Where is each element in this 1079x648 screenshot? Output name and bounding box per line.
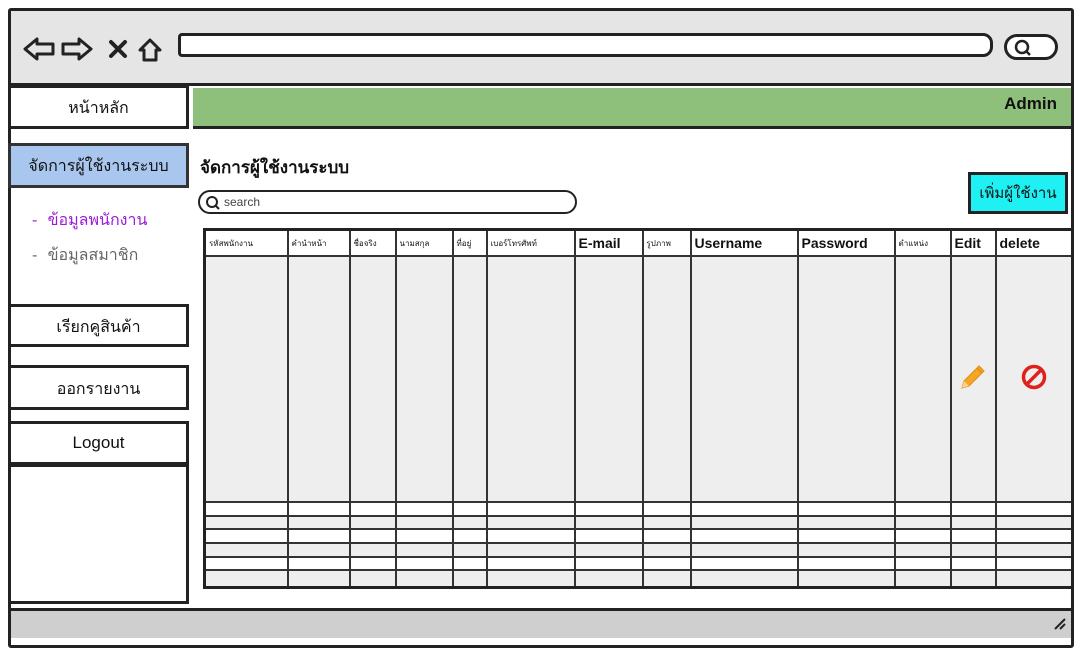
sidebar-item-reports[interactable]: ออกรายงาน bbox=[8, 365, 189, 410]
table-row bbox=[203, 555, 1074, 572]
table-row bbox=[203, 501, 1074, 517]
sidebar-item-recall-products[interactable]: เรียกคูสินค้า bbox=[8, 304, 189, 347]
col-delete: delete bbox=[994, 228, 1074, 257]
col-edit: Edit bbox=[949, 228, 997, 257]
sidebar-sub-employees[interactable]: - ข้อมูลพนักงาน bbox=[32, 208, 147, 233]
table-row bbox=[203, 569, 1074, 589]
address-bar[interactable] bbox=[178, 33, 993, 57]
table-row bbox=[203, 542, 1074, 558]
table-row bbox=[203, 528, 1074, 544]
delete-cell bbox=[994, 254, 1074, 504]
col-first-name: ชื่อจริง bbox=[348, 228, 397, 257]
edit-cell bbox=[949, 254, 997, 504]
close-icon[interactable] bbox=[107, 37, 129, 61]
table-header-row: รหัสพนักงาน คำนำหน้า ชื่อจริง นามสกุล ที… bbox=[203, 228, 1074, 257]
browser-toolbar bbox=[11, 11, 1071, 86]
bullet-dash: - bbox=[32, 245, 48, 264]
browser-search-button[interactable] bbox=[1004, 34, 1058, 60]
delete-ban-icon[interactable] bbox=[1020, 363, 1048, 391]
add-user-button[interactable]: เพิ่มผู้ใช้งาน bbox=[968, 172, 1068, 214]
search-input[interactable]: search bbox=[198, 190, 577, 214]
search-placeholder: search bbox=[224, 195, 261, 209]
admin-label[interactable]: Admin bbox=[1004, 94, 1057, 114]
sidebar-sub-employees-label: ข้อมูลพนักงาน bbox=[47, 210, 148, 229]
bullet-dash: - bbox=[32, 210, 48, 229]
col-employee-id: รหัสพนักงาน bbox=[203, 228, 289, 257]
sidebar-item-manage-users[interactable]: จัดการผู้ใช้งานระบบ bbox=[8, 143, 189, 188]
col-photo: รูปภาพ bbox=[641, 228, 692, 257]
sidebar-empty-area bbox=[8, 464, 189, 604]
table-row bbox=[203, 514, 1074, 531]
col-email: E-mail bbox=[573, 228, 644, 257]
home-icon[interactable] bbox=[137, 37, 163, 63]
col-password: Password bbox=[796, 228, 896, 257]
sidebar-sub-members[interactable]: - ข้อมูลสมาชิก bbox=[32, 243, 138, 268]
sidebar-sub-members-label: ข้อมูลสมาชิก bbox=[47, 245, 139, 264]
sidebar-item-logout[interactable]: Logout bbox=[8, 421, 189, 465]
col-username: Username bbox=[689, 228, 799, 257]
search-icon bbox=[206, 196, 220, 210]
table-row bbox=[203, 254, 1074, 504]
col-address: ที่อยู่ bbox=[451, 228, 488, 257]
col-prefix: คำนำหน้า bbox=[286, 228, 351, 257]
users-table: รหัสพนักงาน คำนำหน้า ชื่อจริง นามสกุล ที… bbox=[203, 228, 1074, 589]
resize-grip-icon[interactable] bbox=[1053, 617, 1067, 631]
col-last-name: นามสกุล bbox=[394, 228, 454, 257]
col-phone: เบอร์โทรศัพท์ bbox=[485, 228, 576, 257]
search-icon bbox=[1014, 39, 1031, 56]
forward-icon[interactable] bbox=[61, 37, 93, 61]
page-title: จัดการผู้ใช้งานระบบ bbox=[200, 158, 350, 178]
back-icon[interactable] bbox=[23, 37, 55, 61]
sidebar-item-home[interactable]: หน้าหลัก bbox=[8, 85, 189, 129]
edit-pencil-icon[interactable] bbox=[958, 362, 988, 392]
col-position: ตำแหน่ง bbox=[893, 228, 952, 257]
top-header-bar: Admin bbox=[193, 88, 1071, 129]
